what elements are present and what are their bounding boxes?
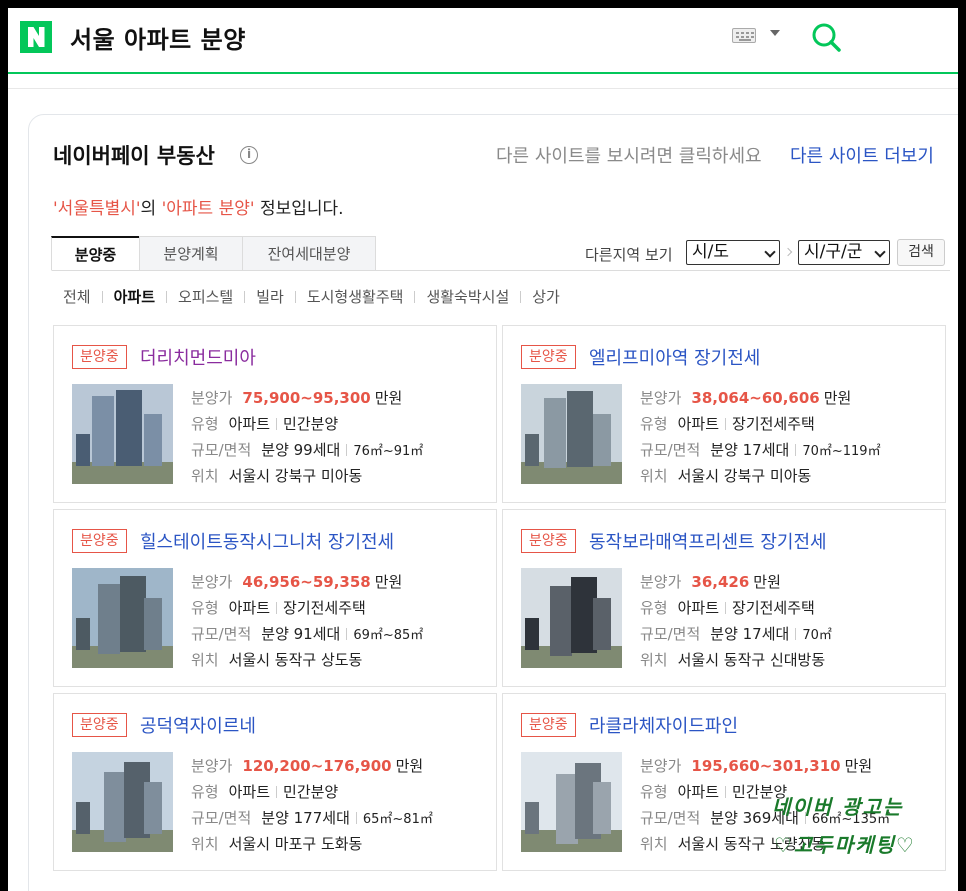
divider	[8, 88, 958, 89]
tab-remaining[interactable]: 잔여세대분양	[242, 236, 376, 271]
search-icon[interactable]	[810, 21, 842, 53]
panel-title[interactable]: 네이버페이 부동산	[53, 140, 215, 170]
price-row: 분양가 38,064~60,606 만원	[640, 388, 852, 408]
location-row: 위치 서울시 강북구 미아동	[191, 467, 363, 485]
listing-thumbnail[interactable]	[72, 752, 173, 852]
tab-planned[interactable]: 분양계획	[139, 236, 243, 271]
type-row: 유형 아파트 장기전세주택	[640, 599, 815, 617]
listing-title-link[interactable]: 라클라체자이드파인	[589, 712, 738, 738]
listing-title-link[interactable]: 힐스테이트동작시그니처 장기전세	[140, 528, 394, 554]
price-value: 195,660~301,310	[691, 756, 841, 775]
subcat-villa[interactable]: 빌라	[256, 286, 284, 307]
price-row: 분양가 46,956~59,358 만원	[191, 572, 403, 592]
price-value: 75,900~95,300	[242, 388, 371, 407]
scale-row: 규모/면적 분양 17세대 70㎡	[640, 625, 832, 643]
scale-row: 규모/면적 분양 177세대 65㎡~81㎡	[191, 809, 433, 827]
subcategory-list: 전체 아파트 오피스텔 빌라 도시형생활주택 생활숙박시설 상가	[63, 286, 560, 307]
other-site-hint: 다른 사이트를 보시려면 클릭하세요	[496, 146, 762, 167]
type-row: 유형 아파트 장기전세주택	[191, 599, 366, 617]
listing-card[interactable]: 분양중 더리치먼드미아 분양가 75,900~95,300 만원 유형 아파트 …	[53, 325, 497, 503]
type-row: 유형 아파트 민간분양	[640, 783, 788, 801]
listing-card[interactable]: 분양중 힐스테이트동작시그니처 장기전세 분양가 46,956~59,358 만…	[53, 509, 497, 687]
listing-card[interactable]: 분양중 엘리프미아역 장기전세 분양가 38,064~60,606 만원 유형 …	[502, 325, 946, 503]
listing-thumbnail[interactable]	[521, 568, 622, 668]
chevron-down-icon	[874, 246, 886, 258]
scale-row: 규모/면적 분양 99세대 76㎡~91㎡	[191, 441, 424, 459]
subcat-apartment[interactable]: 아파트	[114, 286, 155, 307]
subcat-urban-housing[interactable]: 도시형생활주택	[307, 286, 404, 307]
location-row: 위치 서울시 강북구 미아동	[640, 467, 812, 485]
caret-down-icon[interactable]	[770, 30, 780, 36]
status-badge: 분양중	[72, 529, 127, 553]
location-row: 위치 서울시 동작구 상도동	[191, 651, 363, 669]
listing-thumbnail[interactable]	[72, 568, 173, 668]
location-row: 위치 서울시 마포구 도화동	[191, 835, 363, 853]
subcat-residence-hotel[interactable]: 생활숙박시설	[426, 286, 509, 307]
price-value: 120,200~176,900	[242, 756, 392, 775]
listing-thumbnail[interactable]	[521, 752, 622, 852]
location-row: 위치 서울시 동작구 신대방동	[640, 651, 826, 669]
search-query[interactable]: 서울 아파트 분양	[70, 20, 246, 55]
listing-card[interactable]: 분양중 공덕역자이르네 분양가 120,200~176,900 만원 유형 아파…	[53, 693, 497, 871]
type-row: 유형 아파트 장기전세주택	[640, 415, 815, 433]
region-search-button[interactable]: 검색	[897, 239, 945, 266]
region-label: 다른지역 보기	[585, 246, 673, 264]
page-frame: 서울 아파트 분양 네이버페이 부동산 i 다른 사이트를 보시려면 클릭하세요…	[8, 8, 958, 891]
listing-card[interactable]: 분양중 동작보라매역프리센트 장기전세 분양가 36,426 만원 유형 아파트…	[502, 509, 946, 687]
search-header: 서울 아파트 분양	[8, 8, 958, 74]
listing-title-link[interactable]: 더리치먼드미아	[140, 344, 256, 370]
subcat-all[interactable]: 전체	[63, 286, 91, 307]
subcat-commercial[interactable]: 상가	[532, 286, 560, 307]
scale-row: 규모/면적 분양 91세대 69㎡~85㎡	[191, 625, 424, 643]
subcat-officetel[interactable]: 오피스텔	[178, 286, 233, 307]
price-value: 36,426	[691, 572, 750, 591]
tab-underline	[52, 270, 950, 271]
listing-thumbnail[interactable]	[521, 384, 622, 484]
price-value: 46,956~59,358	[242, 572, 371, 591]
scale-row: 규모/면적 분양 17세대 70㎡~119㎡	[640, 441, 881, 459]
price-row: 분양가 75,900~95,300 만원	[191, 388, 403, 408]
keyboard-icon[interactable]	[732, 28, 756, 43]
status-badge: 분양중	[521, 713, 576, 737]
listing-title-link[interactable]: 동작보라매역프리센트 장기전세	[589, 528, 827, 554]
status-badge: 분양중	[72, 713, 127, 737]
naver-logo[interactable]	[20, 21, 52, 53]
sigungu-select[interactable]: 시/구/군	[798, 240, 890, 265]
sido-select[interactable]: 시/도	[686, 240, 780, 265]
other-site-link[interactable]: 다른 사이트 더보기	[790, 142, 934, 168]
listing-thumbnail[interactable]	[72, 384, 173, 484]
info-sentence: '서울특별시'의 '아파트 분양' 정보입니다.	[53, 199, 344, 219]
type-row: 유형 아파트 민간분양	[191, 783, 339, 801]
status-badge: 분양중	[72, 345, 127, 369]
listing-title-link[interactable]: 공덕역자이르네	[140, 712, 256, 738]
listing-title-link[interactable]: 엘리프미아역 장기전세	[589, 344, 760, 370]
watermark-line2: ♡고두마케팅♡	[774, 833, 916, 857]
price-row: 분양가 120,200~176,900 만원	[191, 756, 424, 776]
status-badge: 분양중	[521, 345, 576, 369]
price-row: 분양가 195,660~301,310 만원	[640, 756, 873, 776]
price-value: 38,064~60,606	[691, 388, 820, 407]
status-tabs: 분양중 분양계획 잔여세대분양	[51, 236, 376, 271]
region-highlight: '서울특별시'	[53, 199, 141, 219]
info-icon[interactable]: i	[240, 146, 258, 164]
watermark-line1: 네이버 광고는	[772, 795, 904, 819]
price-row: 분양가 36,426 만원	[640, 572, 781, 592]
status-badge: 분양중	[521, 529, 576, 553]
type-row: 유형 아파트 민간분양	[191, 415, 339, 433]
chevron-down-icon	[764, 246, 776, 258]
type-highlight: '아파트 분양'	[161, 199, 255, 219]
tab-selling[interactable]: 분양중	[51, 236, 140, 271]
